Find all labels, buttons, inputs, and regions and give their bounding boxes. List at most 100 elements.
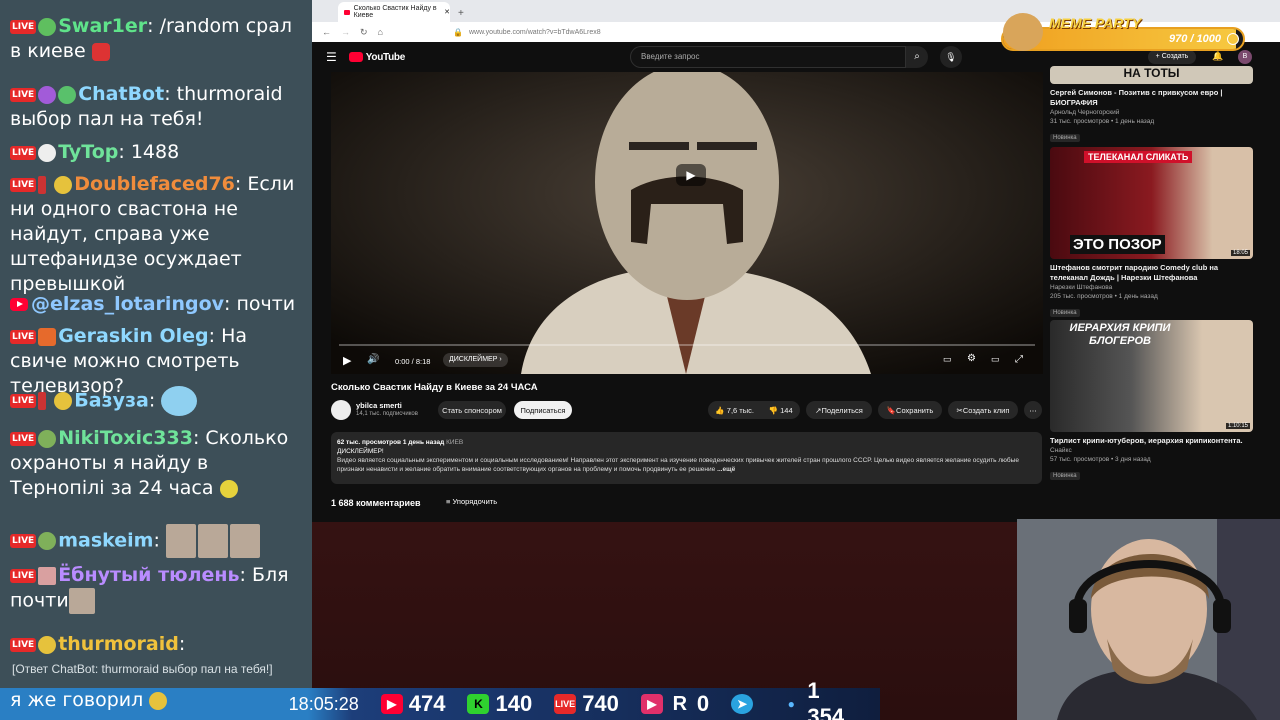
chat-panel: LIVE Swar1er: /random срал в киеве LIVE Ch… <box>0 0 312 720</box>
doge-icon <box>1003 13 1043 51</box>
chat-nick[interactable]: Базуза <box>74 390 149 412</box>
emote-icon <box>38 85 57 104</box>
chat-nick[interactable]: maskeim <box>58 530 153 552</box>
browser-window: Сколько Свастик Найду в Киеве ✕ + ← → ↻ ⌂… <box>312 0 1280 522</box>
time-display: 0:00 / 8:18 <box>395 357 431 366</box>
dislike-count: 144 <box>780 405 793 415</box>
sponsor-button[interactable]: Стать спонсором <box>438 401 506 419</box>
video-meta: 31 тыс. просмотров • 1 день назад <box>1050 118 1155 125</box>
emote-icon <box>68 588 95 614</box>
emote-icon <box>38 143 57 162</box>
sort-button[interactable]: ≡ Упорядочить <box>446 497 497 506</box>
chat-nick[interactable]: Doublefaced76 <box>74 173 235 195</box>
description-box[interactable]: 62 тыс. просмотров 1 день назад КИЕВ ДИС… <box>331 432 1042 484</box>
youtube-icon <box>344 9 350 15</box>
emote-icon <box>149 691 168 710</box>
close-icon[interactable]: ✕ <box>444 8 450 16</box>
video-title: Сколько Свастик Найду в Киеве за 24 ЧАСА <box>331 382 538 393</box>
video-thumbnail[interactable]: НА ТОТЫ <box>1050 66 1253 84</box>
reply-quote: [Ответ ChatBot: thurmoraid выбор пал на … <box>12 662 273 676</box>
comments-count: 1 688 комментариев <box>331 498 421 508</box>
new-tab-icon[interactable]: + <box>458 8 464 19</box>
live-badge: LIVE <box>10 431 37 446</box>
stat-value: 740 <box>582 691 619 716</box>
save-button[interactable]: 🔖 Сохранить <box>878 401 942 419</box>
emote-icon <box>38 327 57 346</box>
chat-nick[interactable]: NikiToxic333 <box>58 427 193 449</box>
webcam-frame <box>1017 519 1280 720</box>
channel-name[interactable]: Снайкс <box>1050 446 1253 455</box>
emote-icon <box>38 532 57 550</box>
browser-tab[interactable]: Сколько Свастик Найду в Киеве ✕ <box>338 2 450 22</box>
like-button[interactable]: 👍 7,6 тыс. <box>715 406 754 415</box>
mic-icon[interactable]: 🎙 <box>940 46 962 68</box>
subscribe-button[interactable]: Подписаться <box>514 401 572 419</box>
play-icon[interactable]: ▶ <box>343 354 351 367</box>
clip-button[interactable]: ✂ Создать клип <box>948 401 1018 419</box>
channel-avatar[interactable] <box>331 400 351 420</box>
chat-nick[interactable]: Geraskin Oleg <box>58 325 208 347</box>
video-title[interactable]: Штефанов смотрит пародию Comedy club на … <box>1050 263 1253 283</box>
menu-icon[interactable]: ☰ <box>326 50 337 64</box>
emote-icon <box>38 566 57 585</box>
chat-message: LIVE NikiToxic333: Сколько охраноты я най… <box>10 427 289 499</box>
save-label: Сохранить <box>896 405 934 415</box>
video-thumbnail[interactable]: ИЕРАРХИЯ КРИПИ БЛОГЕРОВ 1:10:15 <box>1050 320 1253 432</box>
chat-nick[interactable]: @elzas_lotaringov <box>31 293 224 315</box>
recommended-video[interactable]: ТЕЛЕКАНАЛ СЛИКАТЬ ЭТО ПОЗОР 18:05 Штефан… <box>1050 147 1253 319</box>
like-count: 7,6 тыс. <box>726 405 754 415</box>
subtitles-icon[interactable]: ▭ <box>943 354 952 365</box>
recommended-video[interactable]: НА ТОТЫ Сергей Симонов - Позитив с привк… <box>1050 66 1253 144</box>
fullscreen-icon[interactable]: ⤢ <box>1015 354 1023 365</box>
chat-nick[interactable]: thurmoraid <box>58 633 179 655</box>
chat-nick[interactable]: Swar1er <box>58 15 147 37</box>
live-badge: LIVE <box>10 177 37 192</box>
channel-name[interactable]: Нарезки Штефанова <box>1050 283 1253 292</box>
forward-icon[interactable]: → <box>341 27 350 37</box>
recommended-video[interactable]: ИЕРАРХИЯ КРИПИ БЛОГЕРОВ 1:10:15 Тирлист … <box>1050 320 1253 482</box>
video-player[interactable]: ▶ ▶ 🔊 0:00 / 8:18 ДИСКЛЕЙМЕР › ▭ ⚙ ▭ ⤢ <box>331 72 1043 374</box>
home-icon[interactable]: ⌂ <box>378 27 383 37</box>
back-icon[interactable]: ← <box>322 27 331 37</box>
emote-icon <box>161 386 198 416</box>
video-title[interactable]: Тирлист крипи-ютуберов, иерархия крипико… <box>1050 436 1253 446</box>
chat-nick[interactable]: TyTop <box>58 141 118 163</box>
telegram-icon: ➤ <box>731 694 754 714</box>
progress-bar[interactable] <box>339 344 1035 346</box>
stat-value: 140 <box>495 691 533 716</box>
chat-message: @elzas_lotaringov: почти <box>10 292 306 317</box>
chat-nick[interactable]: ChatBot <box>78 83 164 105</box>
hashtag[interactable]: КИЕВ <box>446 439 463 446</box>
volume-icon[interactable]: 🔊 <box>367 354 379 365</box>
new-badge: Новинка <box>1050 134 1080 142</box>
thumb-label: ТЕЛЕКАНАЛ СЛИКАТЬ <box>1084 151 1193 163</box>
coin-icon <box>1227 33 1239 45</box>
search-icon[interactable]: ⌕ <box>906 46 928 68</box>
recommendations: НА ТОТЫ Сергей Симонов - Позитив с привк… <box>1050 66 1260 522</box>
url-text[interactable]: www.youtube.com/watch?v=bTdwA6Lrex8 <box>469 29 601 36</box>
more-link[interactable]: ...ещё <box>717 466 735 473</box>
channel-name[interactable]: ybilca smerti <box>356 401 402 410</box>
chapter-button[interactable]: ДИСКЛЕЙМЕР › <box>443 353 508 367</box>
play-overlay-icon[interactable]: ▶ <box>676 164 706 186</box>
reload-icon[interactable]: ↻ <box>360 27 368 38</box>
lock-icon: 🔒 <box>452 27 463 37</box>
channel-name[interactable]: Арнольд Черногорский <box>1050 108 1253 117</box>
duration-badge: 18:05 <box>1230 250 1250 256</box>
tab-title: Сколько Свастик Найду в Киеве <box>353 5 437 19</box>
share-button[interactable]: ↗ Поделиться <box>806 401 872 419</box>
live-badge: LIVE <box>10 394 37 408</box>
play-icon: ▶ <box>640 694 663 714</box>
search-input[interactable]: Введите запрос <box>630 46 906 68</box>
chat-nick[interactable]: Ёбнутый тюлень <box>58 564 239 586</box>
dislike-button[interactable]: 👎 144 <box>769 406 793 415</box>
more-icon[interactable]: ⋯ <box>1024 401 1042 419</box>
youtube-logo[interactable]: YouTube <box>366 52 406 63</box>
meme-party-widget: 970 / 1000 MEME PARTY <box>993 13 1245 53</box>
new-badge: Новинка <box>1050 472 1080 480</box>
video-title[interactable]: Сергей Симонов - Позитив с привкусом евр… <box>1050 88 1253 108</box>
video-thumbnail[interactable]: ТЕЛЕКАНАЛ СЛИКАТЬ ЭТО ПОЗОР 18:05 <box>1050 147 1253 259</box>
miniplayer-icon[interactable]: ▭ <box>991 354 1000 365</box>
settings-icon[interactable]: ⚙ <box>967 353 976 364</box>
emote-icon <box>58 85 77 104</box>
